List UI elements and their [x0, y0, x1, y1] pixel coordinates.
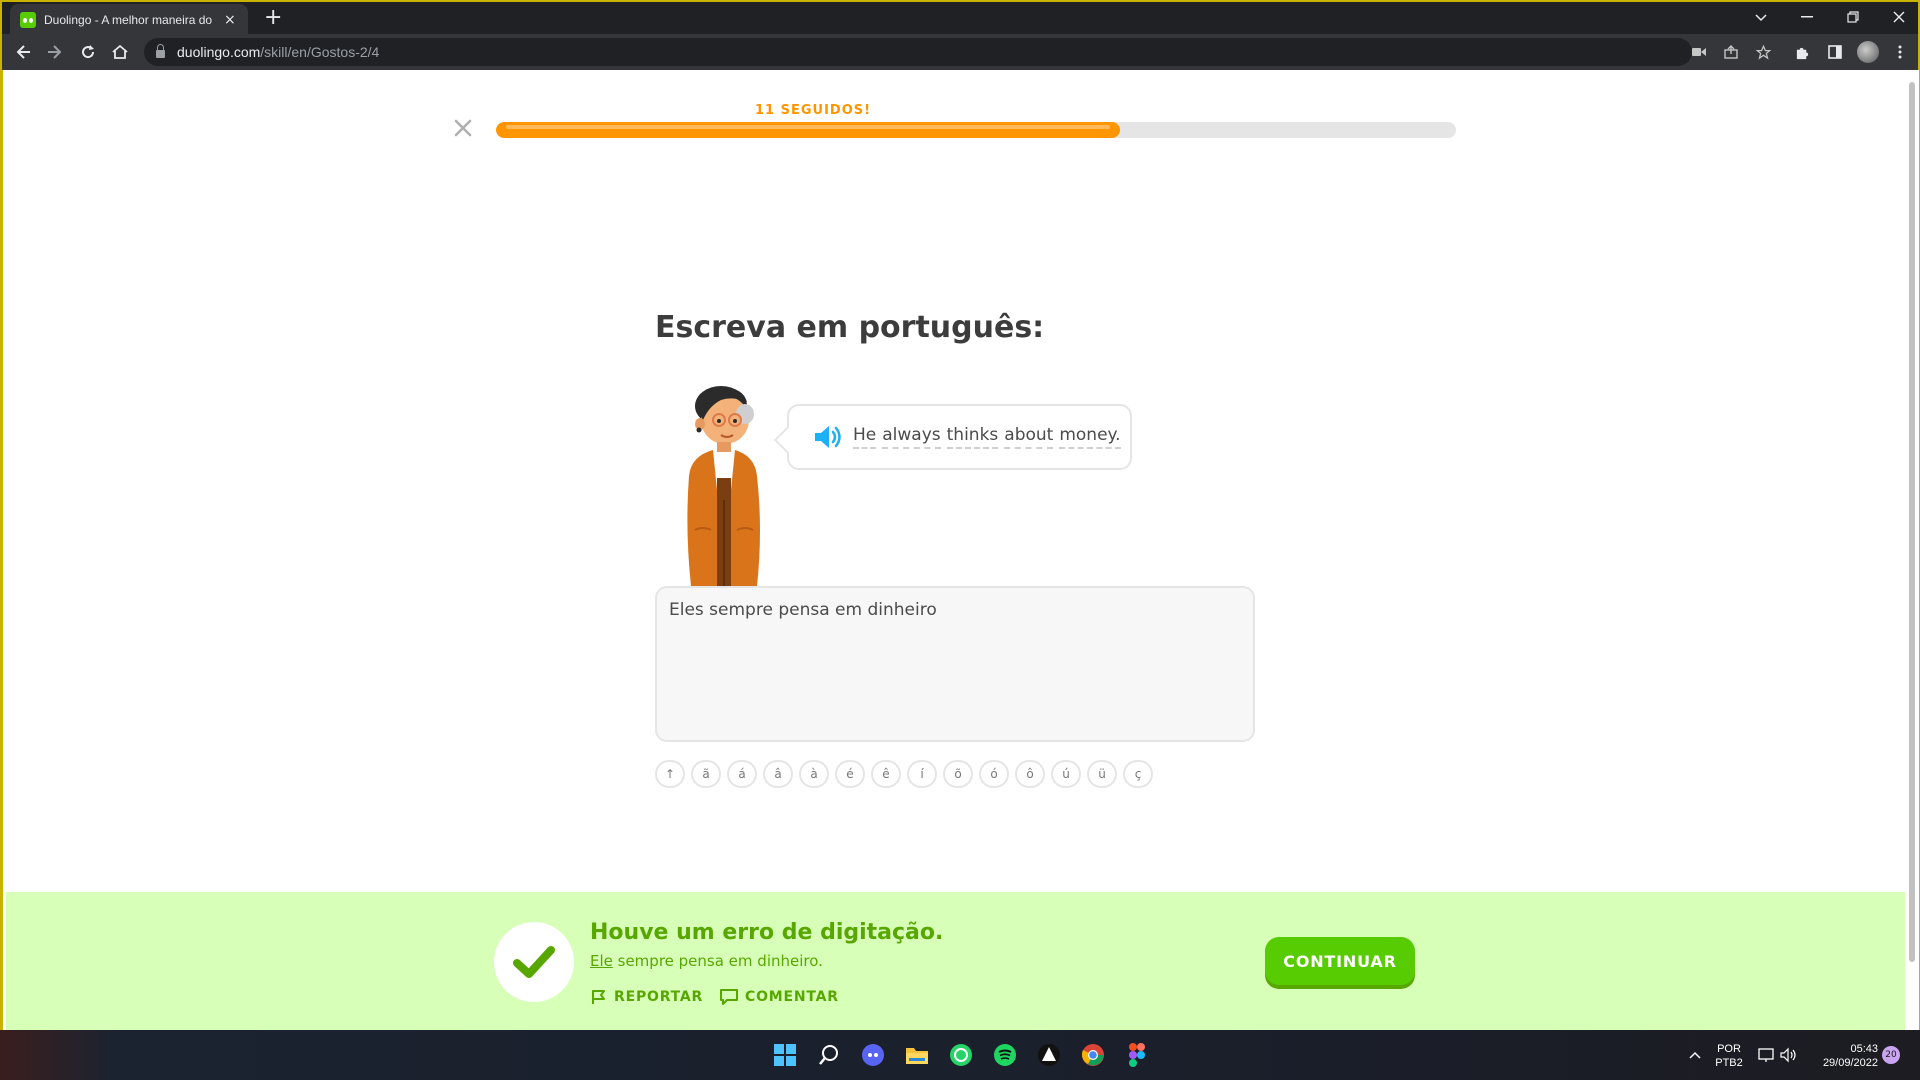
- close-window-icon[interactable]: [1876, 2, 1920, 32]
- camera-icon[interactable]: [1687, 40, 1711, 64]
- file-explorer-icon[interactable]: [902, 1040, 932, 1070]
- accent-key[interactable]: â: [763, 760, 793, 788]
- character-illustration: [687, 386, 760, 586]
- reload-icon[interactable]: [76, 40, 100, 64]
- lesson-progress-bar: [496, 122, 1456, 138]
- discord-icon[interactable]: [858, 1040, 888, 1070]
- comment-icon: [720, 989, 738, 1005]
- prompt-speech-bubble: He always thinks about money.: [787, 404, 1132, 470]
- clock-date: 29/09/2022: [1822, 1057, 1878, 1069]
- close-lesson-icon[interactable]: [451, 116, 475, 140]
- bookmark-star-icon[interactable]: [1751, 40, 1775, 64]
- new-tab-button[interactable]: +: [264, 6, 282, 30]
- accent-key[interactable]: ç: [1123, 760, 1153, 788]
- chrome-icon[interactable]: [1078, 1040, 1108, 1070]
- feedback-title: Houve um erro de digitação.: [590, 920, 944, 945]
- windows-taskbar: POR PTB2 05:43 29/09/2022: [0, 1030, 1920, 1080]
- home-icon[interactable]: [108, 40, 132, 64]
- forward-arrow-icon[interactable]: [42, 40, 66, 64]
- restore-icon[interactable]: [1830, 2, 1876, 32]
- prompt-word[interactable]: He: [853, 425, 877, 449]
- browser-tab-bar: Duolingo - A melhor maneira do × +: [0, 0, 1920, 36]
- progress-fill: [496, 122, 1120, 138]
- spotify-icon[interactable]: [990, 1040, 1020, 1070]
- progress-shine: [506, 125, 1110, 129]
- whatsapp-icon[interactable]: [946, 1040, 976, 1070]
- streak-label: 11 SEGUIDOS!: [755, 103, 872, 118]
- correction-highlight: Ele: [590, 952, 613, 970]
- answer-input[interactable]: [655, 586, 1255, 742]
- url-host: duolingo.com: [177, 44, 261, 60]
- windows-start-icon[interactable]: [770, 1040, 800, 1070]
- report-label: REPORTAR: [614, 989, 704, 1005]
- accent-key[interactable]: ã: [691, 760, 721, 788]
- prompt-sentence: He always thinks about money.: [853, 425, 1121, 449]
- prompt-word[interactable]: always: [882, 425, 941, 449]
- accent-key[interactable]: õ: [943, 760, 973, 788]
- tab-title: Duolingo - A melhor maneira do: [44, 13, 213, 27]
- accent-keyboard: ↑ ã á â à é ê í õ ó ô ú ü ç: [655, 760, 1153, 788]
- lock-icon: [156, 44, 165, 58]
- flag-icon: [592, 990, 605, 1004]
- minimize-icon[interactable]: [1784, 2, 1830, 32]
- speaker-icon[interactable]: [813, 424, 843, 450]
- duolingo-favicon-icon: [20, 12, 36, 28]
- accent-key[interactable]: à: [799, 760, 829, 788]
- lesson-page: 11 SEGUIDOS! Escreva em português: He al…: [0, 70, 1920, 1030]
- success-badge: [494, 922, 574, 1002]
- notification-badge[interactable]: 20: [1882, 1046, 1900, 1064]
- extensions-puzzle-icon[interactable]: [1790, 40, 1814, 64]
- profile-avatar[interactable]: [1857, 41, 1879, 63]
- accent-key[interactable]: ê: [871, 760, 901, 788]
- input-language-indicator[interactable]: POR PTB2: [1714, 1042, 1744, 1070]
- share-icon[interactable]: [1719, 40, 1743, 64]
- volume-icon[interactable]: [1774, 1040, 1804, 1070]
- url-path: /skill/en/Gostos-2/4: [260, 44, 380, 60]
- figma-icon[interactable]: [1122, 1040, 1152, 1070]
- accent-key[interactable]: é: [835, 760, 865, 788]
- side-panel-icon[interactable]: [1823, 40, 1847, 64]
- correct-answer: Ele sempre pensa em dinheiro.: [590, 952, 823, 970]
- tab-search-icon[interactable]: [1738, 2, 1784, 32]
- report-button[interactable]: REPORTAR: [590, 988, 703, 1006]
- tray-chevron-up-icon[interactable]: [1680, 1040, 1710, 1070]
- browser-toolbar: duolingo.com /skill/en/Gostos-2/4: [0, 34, 1920, 70]
- prompt-word[interactable]: about: [1004, 425, 1054, 449]
- keyboard-layout: PTB2: [1715, 1057, 1743, 1069]
- comment-button[interactable]: COMENTAR: [719, 988, 839, 1006]
- exercise-heading: Escreva em português:: [655, 310, 1045, 345]
- menu-dots-icon[interactable]: [1888, 40, 1912, 64]
- accent-key[interactable]: á: [727, 760, 757, 788]
- scrollbar-thumb[interactable]: [1909, 82, 1915, 962]
- search-icon[interactable]: [814, 1040, 844, 1070]
- language-code: POR: [1717, 1043, 1741, 1055]
- correct-answer-rest: sempre pensa em dinheiro.: [612, 952, 823, 970]
- back-arrow-icon[interactable]: [12, 40, 36, 64]
- page-scrollbar[interactable]: [1905, 70, 1919, 1030]
- feedback-footer: Houve um erro de digitação. Ele sempre p…: [6, 892, 1906, 1030]
- address-bar[interactable]: duolingo.com /skill/en/Gostos-2/4: [144, 38, 1692, 66]
- accent-key[interactable]: í: [907, 760, 937, 788]
- prompt-word[interactable]: money.: [1059, 425, 1121, 449]
- accent-key-shift[interactable]: ↑: [655, 760, 685, 788]
- continue-button[interactable]: CONTINUAR: [1265, 937, 1415, 985]
- prompt-word[interactable]: thinks: [946, 425, 999, 449]
- accent-key[interactable]: ó: [979, 760, 1009, 788]
- comment-label: COMENTAR: [745, 989, 839, 1005]
- clock[interactable]: 05:43 29/09/2022: [1806, 1042, 1878, 1070]
- accent-key[interactable]: ü: [1087, 760, 1117, 788]
- tab-close-icon[interactable]: ×: [224, 12, 236, 28]
- accent-key[interactable]: ú: [1051, 760, 1081, 788]
- accent-key[interactable]: ô: [1015, 760, 1045, 788]
- checkmark-icon: [513, 946, 555, 978]
- clock-time: 05:43: [1850, 1043, 1878, 1055]
- browser-tab[interactable]: Duolingo - A melhor maneira do ×: [10, 4, 248, 36]
- app-icon[interactable]: [1034, 1040, 1064, 1070]
